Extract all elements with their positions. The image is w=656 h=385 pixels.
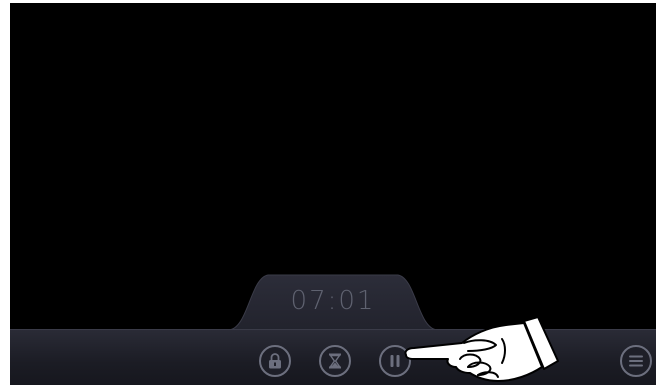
lock-button[interactable] [259,345,291,377]
video-player-screen[interactable]: 07:01 [10,3,656,385]
lock-icon [269,353,281,369]
pointing-hand-icon [404,316,559,382]
sleep-timer-button[interactable] [319,345,351,377]
pause-icon [390,355,400,367]
elapsed-time-display: 07:01 [290,286,376,316]
screenshot-frame: 07:01 [0,0,656,385]
menu-button[interactable] [620,345,652,377]
menu-icon [629,355,643,367]
hourglass-icon [329,353,341,369]
